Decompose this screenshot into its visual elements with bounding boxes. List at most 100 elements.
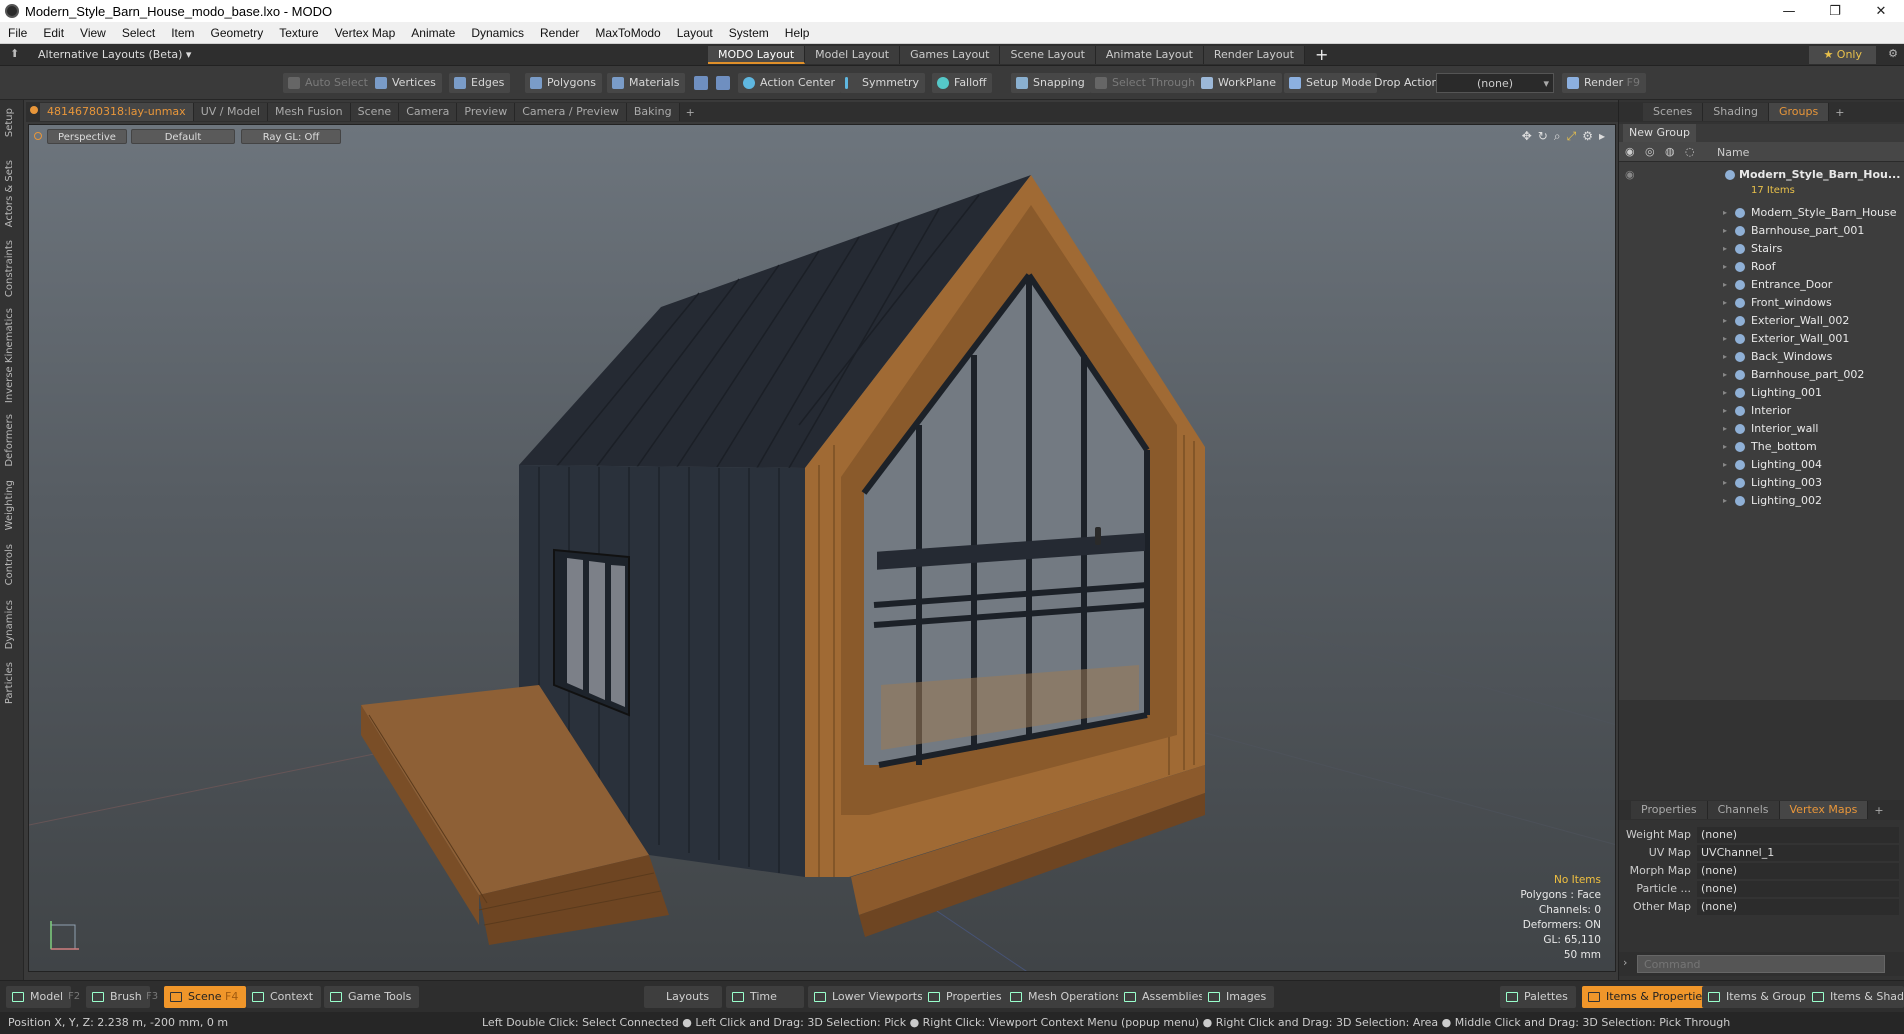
- select-through-button[interactable]: Select Through: [1090, 73, 1202, 93]
- polygons-button[interactable]: Polygons: [525, 73, 602, 93]
- menu-view[interactable]: View: [72, 26, 114, 40]
- expand-arrow-icon[interactable]: ▸: [1723, 420, 1727, 438]
- group-list-item[interactable]: ▸ Interior: [1619, 402, 1904, 420]
- group-list-item[interactable]: ▸ Front_windows: [1619, 294, 1904, 312]
- add-panel-tab-icon[interactable]: +: [1829, 106, 1850, 119]
- group-list-item[interactable]: ▸ Barnhouse_part_002: [1619, 366, 1904, 384]
- group-list-item[interactable]: ▸ Back_Windows: [1619, 348, 1904, 366]
- expand-arrow-icon[interactable]: ▸: [1723, 474, 1727, 492]
- palettes-button[interactable]: Palettes: [1500, 986, 1576, 1008]
- vtab-setup[interactable]: Setup: [4, 108, 15, 137]
- tab-scenes[interactable]: Scenes: [1643, 103, 1704, 121]
- tab-mesh-fusion[interactable]: Mesh Fusion: [268, 103, 351, 121]
- action-center-button[interactable]: Action Center: [738, 73, 841, 93]
- tab-properties[interactable]: Properties: [1631, 801, 1708, 819]
- expand-arrow-icon[interactable]: ▸: [1723, 492, 1727, 510]
- menu-system[interactable]: System: [721, 26, 777, 40]
- lower-viewports-button[interactable]: Lower Viewports: [808, 986, 931, 1008]
- group-list-item[interactable]: ▸ Lighting_003: [1619, 474, 1904, 492]
- add-tab-icon[interactable]: +: [680, 106, 701, 119]
- group-list-item[interactable]: ▸ The_bottom: [1619, 438, 1904, 456]
- expand-arrow-icon[interactable]: ▸: [1723, 330, 1727, 348]
- expand-arrow-icon[interactable]: ▸: [1723, 240, 1727, 258]
- menu-animate[interactable]: Animate: [403, 26, 463, 40]
- vm-morph-map[interactable]: Morph Map (none): [1619, 862, 1904, 880]
- model-button[interactable]: Model: [6, 986, 72, 1008]
- vtab-constraints[interactable]: Constraints: [4, 240, 15, 297]
- menu-file[interactable]: File: [0, 26, 35, 40]
- items-shading-button[interactable]: Items & Shading: [1806, 986, 1904, 1008]
- vtab-deformers[interactable]: Deformers: [4, 414, 15, 467]
- add-layout-icon[interactable]: +: [1315, 45, 1328, 64]
- drop-action-dropdown[interactable]: (none) ▾: [1436, 73, 1554, 93]
- select-toggle-icon[interactable]: ◌: [1685, 145, 1695, 158]
- vtab-weighting[interactable]: Weighting: [4, 480, 15, 530]
- workplane-button[interactable]: WorkPlane: [1196, 73, 1283, 93]
- context-button[interactable]: Context: [246, 986, 322, 1008]
- tab-camera[interactable]: Camera: [399, 103, 458, 121]
- group-list-item[interactable]: ▸ Lighting_002: [1619, 492, 1904, 510]
- properties-button[interactable]: Properties: [922, 986, 1010, 1008]
- time-button[interactable]: Time: [726, 986, 804, 1008]
- only-toggle[interactable]: ★ Only: [1809, 46, 1876, 64]
- vtab-dynamics[interactable]: Dynamics: [4, 600, 15, 649]
- menu-item[interactable]: Item: [163, 26, 202, 40]
- tab-scene-layout[interactable]: Scene Layout: [1000, 45, 1096, 64]
- vm-other-map[interactable]: Other Map (none): [1619, 898, 1904, 916]
- gear-icon[interactable]: ⚙: [1888, 47, 1898, 60]
- expand-arrow-icon[interactable]: ▸: [1723, 348, 1727, 366]
- tab-camera-preview[interactable]: Camera / Preview: [515, 103, 627, 121]
- tab-animate-layout[interactable]: Animate Layout: [1095, 45, 1204, 64]
- menu-maxtomodo[interactable]: MaxToModo: [587, 26, 668, 40]
- add-bottom-tab-icon[interactable]: +: [1868, 804, 1889, 817]
- images-button[interactable]: Images: [1202, 986, 1275, 1008]
- tab-model-layout[interactable]: Model Layout: [805, 45, 901, 64]
- group-list-item[interactable]: ▸ Modern_Style_Barn_House: [1619, 204, 1904, 222]
- tab-preview[interactable]: Preview: [457, 103, 516, 121]
- new-group-button[interactable]: New Group: [1623, 124, 1696, 142]
- scene-button[interactable]: Scene F4: [164, 986, 247, 1008]
- vtab-actors-sets[interactable]: Actors & Sets: [4, 160, 15, 227]
- expand-arrow-icon[interactable]: ▸: [1723, 438, 1727, 456]
- render-button[interactable]: Render F9: [1562, 73, 1646, 93]
- vtab-inverse-kinematics[interactable]: Inverse Kinematics: [4, 308, 15, 403]
- vm-particle[interactable]: Particle ... (none): [1619, 880, 1904, 898]
- symmetry-button[interactable]: Symmetry: [840, 73, 926, 93]
- group-list-item[interactable]: ▸ Exterior_Wall_002: [1619, 312, 1904, 330]
- vm-weight-map[interactable]: Weight Map (none): [1619, 826, 1904, 844]
- visibility-eye-icon[interactable]: ◉: [1625, 145, 1635, 158]
- vertices-button[interactable]: Vertices: [370, 73, 442, 93]
- lock-icon[interactable]: ◍: [1665, 145, 1675, 158]
- items-properties-button[interactable]: Items & Properties: [1582, 986, 1716, 1008]
- barn-house-model[interactable]: [29, 125, 1616, 972]
- expand-arrow-icon[interactable]: ▸: [1723, 258, 1727, 276]
- group-list-item[interactable]: ▸ Entrance_Door: [1619, 276, 1904, 294]
- menu-edit[interactable]: Edit: [35, 26, 72, 40]
- vm-uv-map[interactable]: UV Map UVChannel_1: [1619, 844, 1904, 862]
- tab-modo-layout[interactable]: MODO Layout: [708, 45, 806, 64]
- tab-render-layout[interactable]: Render Layout: [1203, 45, 1305, 64]
- expand-arrow-icon[interactable]: ▸: [1723, 222, 1727, 240]
- group-list-item[interactable]: ▸ Roof: [1619, 258, 1904, 276]
- tab-lay-unmax[interactable]: 48146780318:lay-unmax: [40, 103, 194, 121]
- game-tools-button[interactable]: Game Tools: [324, 986, 420, 1008]
- select-mode-alt-icon[interactable]: [716, 76, 730, 90]
- expand-arrow-icon[interactable]: ▸: [1723, 204, 1727, 222]
- setup-mode-button[interactable]: Setup Mode: [1284, 73, 1378, 93]
- expand-arrow-icon[interactable]: ▸: [1723, 402, 1727, 420]
- items-groups-button[interactable]: Items & Groups: [1702, 986, 1820, 1008]
- expand-arrow-icon[interactable]: ▸: [1723, 384, 1727, 402]
- tab-shading[interactable]: Shading: [1703, 103, 1769, 121]
- brush-button[interactable]: Brush: [86, 986, 150, 1008]
- snapping-button[interactable]: Snapping: [1011, 73, 1091, 93]
- tab-scene[interactable]: Scene: [350, 103, 400, 121]
- assemblies-button[interactable]: Assemblies: [1118, 986, 1213, 1008]
- materials-button[interactable]: Materials: [607, 73, 686, 93]
- render-toggle-icon[interactable]: ◎: [1645, 145, 1655, 158]
- vtab-controls[interactable]: Controls: [4, 544, 15, 585]
- minimize-button[interactable]: —: [1766, 0, 1812, 22]
- menu-texture[interactable]: Texture: [271, 26, 326, 40]
- tab-uv-model[interactable]: UV / Model: [193, 103, 268, 121]
- expand-arrow-icon[interactable]: ▸: [1723, 366, 1727, 384]
- vtab-particles[interactable]: Particles: [4, 662, 15, 704]
